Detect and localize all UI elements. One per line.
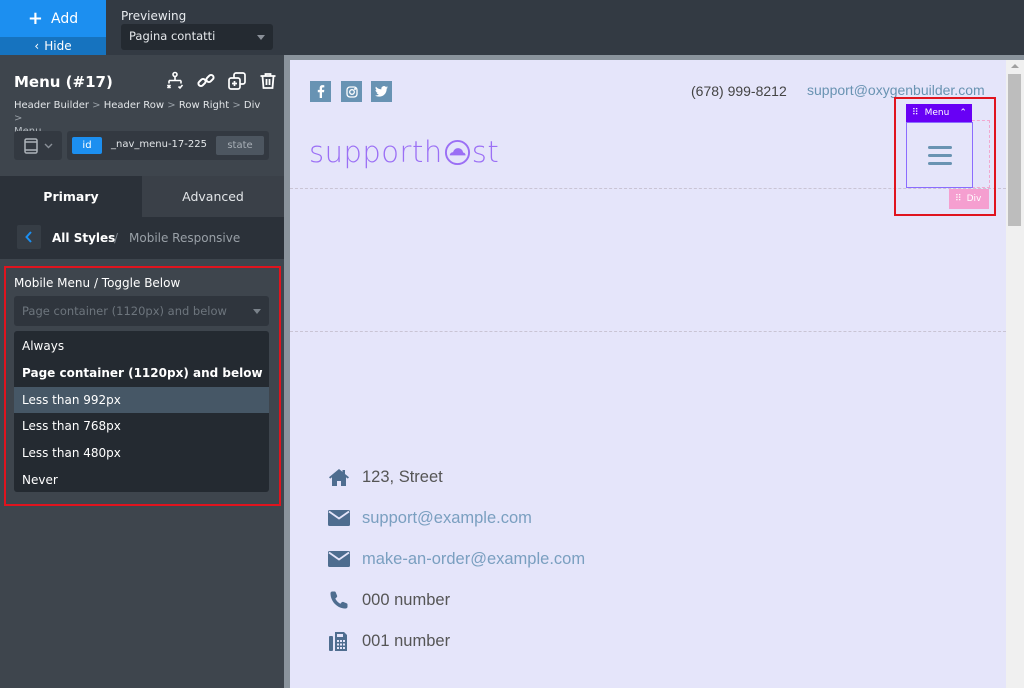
tablet-icon (23, 137, 38, 154)
contact-item: 123, Street (328, 467, 443, 487)
mobile-toggle-select[interactable]: Page container (1120px) and below (14, 296, 269, 326)
page-canvas: (678) 999-8212 support@oxygenbuilder.com… (290, 60, 1006, 688)
back-button[interactable] (17, 225, 41, 249)
dropdown-option[interactable]: Less than 480px (14, 440, 269, 467)
all-styles-link[interactable]: All Styles (52, 231, 115, 245)
top-bar: + Add ‹ Hide Previewing Pagina contatti (0, 0, 1024, 55)
styles-nav-separator: / (114, 231, 119, 245)
device-selector[interactable] (14, 131, 62, 160)
hide-button-label: Hide (44, 39, 72, 53)
preview-page-value: Pagina contatti (129, 29, 216, 43)
app-root: + Add ‹ Hide Previewing Pagina contatti … (0, 0, 1024, 688)
chevron-down-icon (44, 143, 52, 148)
panel-tabs: Primary Advanced (0, 176, 284, 217)
header-email-link[interactable]: support@oxygenbuilder.com (807, 82, 985, 98)
contact-item: 000 number (328, 590, 450, 610)
envelope-icon (328, 549, 350, 569)
preview-page-select[interactable]: Pagina contatti (121, 24, 273, 50)
contact-item: 001 number (328, 631, 450, 651)
phone-icon (328, 590, 350, 610)
state-button[interactable]: state (216, 136, 264, 155)
dropdown-option-selected[interactable]: Page container (1120px) and below (14, 360, 269, 387)
properties-panel: Menu (#17) Header Builder > Header Row >… (0, 55, 284, 688)
breadcrumb-item[interactable]: Header Builder (14, 100, 89, 111)
element-title: Menu (#17) (14, 73, 113, 91)
selector-group: id _nav_menu-17-225 state (67, 131, 269, 160)
styles-breadcrumb: All Styles / Mobile Responsive (0, 217, 284, 259)
hide-button[interactable]: ‹ Hide (0, 37, 106, 55)
header-phone: (678) 999-8212 (691, 83, 787, 99)
mobile-toggle-value: Page container (1120px) and below (22, 304, 227, 318)
twitter-icon[interactable] (371, 81, 392, 102)
mobile-toggle-dropdown: Always Page container (1120px) and below… (14, 331, 269, 492)
dropdown-option[interactable]: Always (14, 333, 269, 360)
tab-primary[interactable]: Primary (0, 176, 142, 217)
chevron-left-icon (25, 231, 32, 243)
breadcrumb-item[interactable]: Div (244, 100, 260, 111)
dropdown-option[interactable]: Never (14, 467, 269, 494)
duplicate-icon[interactable] (226, 70, 248, 92)
contact-item: support@example.com (328, 508, 532, 528)
breadcrumb-item[interactable]: Row Right (179, 100, 229, 111)
element-actions (164, 70, 279, 92)
envelope-icon (328, 508, 350, 528)
dropdown-option-hovered[interactable]: Less than 992px (14, 386, 269, 414)
caret-down-icon (253, 309, 261, 314)
styles-nav-current: Mobile Responsive (129, 231, 241, 245)
scroll-up-arrow-icon[interactable] (1011, 64, 1019, 68)
fax-icon (328, 631, 350, 651)
instagram-icon[interactable] (341, 81, 362, 102)
mobile-toggle-label: Mobile Menu / Toggle Below (14, 276, 181, 290)
link-icon[interactable] (195, 70, 217, 92)
trash-icon[interactable] (257, 70, 279, 92)
canvas-scrollbar[interactable] (1006, 60, 1024, 688)
add-button-label: Add (50, 10, 79, 27)
facebook-icon[interactable] (310, 81, 331, 102)
caret-down-icon (257, 35, 265, 40)
chevron-left-icon: ‹ (34, 39, 40, 53)
tab-advanced[interactable]: Advanced (142, 176, 284, 217)
highlight-box (894, 97, 996, 216)
selector-id-value[interactable]: _nav_menu-17-225 (111, 139, 207, 150)
section-divider (290, 331, 1006, 332)
scroll-thumb[interactable] (1008, 74, 1021, 226)
previewing-label: Previewing (121, 9, 187, 23)
mobile-toggle-setting: Mobile Menu / Toggle Below Page containe… (4, 266, 281, 506)
breadcrumb-item[interactable]: Header Row (104, 100, 164, 111)
add-button[interactable]: + Add (0, 0, 106, 37)
plus-icon: + (27, 7, 43, 29)
home-icon (328, 467, 350, 487)
dropdown-option[interactable]: Less than 768px (14, 413, 269, 440)
site-logo[interactable]: supporth st (309, 135, 499, 169)
cloud-logo-icon (444, 139, 470, 165)
structure-icon[interactable] (164, 70, 186, 92)
contact-item: make-an-order@example.com (328, 549, 585, 569)
id-badge[interactable]: id (72, 137, 102, 154)
